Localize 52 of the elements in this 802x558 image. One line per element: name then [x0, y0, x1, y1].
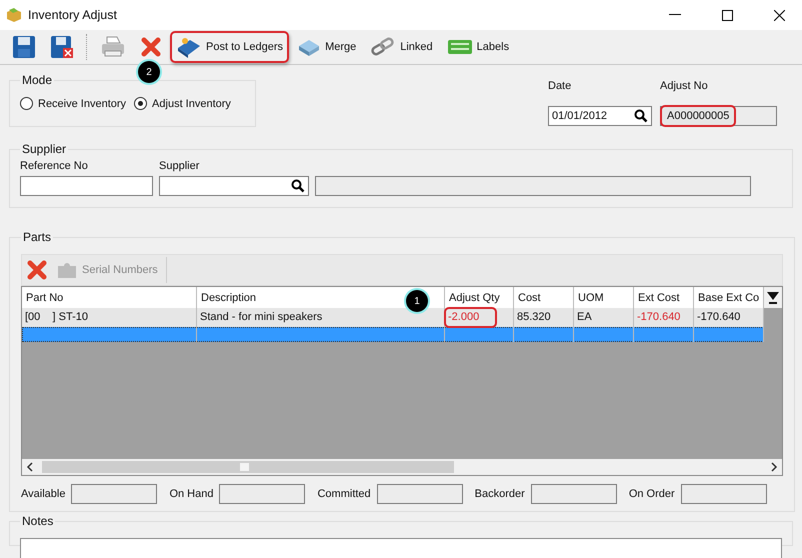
scroll-right-icon[interactable]	[770, 462, 778, 472]
search-icon[interactable]	[634, 109, 648, 123]
table-row[interactable]	[22, 327, 764, 342]
labels-icon	[446, 37, 473, 57]
adjust-no-field: A000000005	[660, 106, 777, 126]
group-title: Supplier	[21, 142, 68, 156]
toolbar-button[interactable]: Merge	[291, 31, 362, 63]
field-label: Date	[548, 80, 572, 92]
callout-badge: 1	[406, 290, 428, 312]
supplier-field[interactable]	[159, 176, 309, 196]
toolbar-button[interactable]: Post to Ledgers	[170, 31, 290, 63]
close-icon[interactable]	[774, 10, 784, 20]
group-title: Mode	[21, 73, 54, 87]
search-icon[interactable]	[291, 179, 305, 193]
field-label: Committed	[317, 488, 371, 500]
callout-badge: 2	[138, 61, 160, 83]
group-title: Notes	[21, 514, 54, 528]
table-cell-text: 85.320	[516, 310, 552, 325]
radio-option[interactable]: Receive Inventory	[20, 97, 126, 110]
delete-icon	[140, 36, 162, 58]
book-icon	[176, 36, 202, 58]
reference-field[interactable]	[20, 176, 153, 196]
table-cell-text: [00 ] ST-10	[24, 310, 89, 325]
chain-link-icon	[370, 36, 396, 58]
field-label: On Hand	[169, 488, 214, 500]
column-chooser-icon[interactable]	[764, 287, 782, 308]
toolbar-button[interactable]: Labels	[440, 31, 516, 63]
maximize-icon[interactable]	[722, 10, 732, 20]
field-label: Reference No	[20, 160, 89, 172]
window-title: Inventory Adjust	[28, 8, 118, 22]
field-label: Supplier	[159, 160, 200, 172]
puzzle-icon	[56, 260, 78, 280]
table-row[interactable]: [00 ] ST-10 Stand - for mini speakers -2.000 85.320 EA -170.640 -170.640	[22, 308, 764, 327]
group-title: Parts	[22, 230, 52, 244]
field-label: Adjust No	[660, 80, 709, 92]
table-cell-text: -170.640	[696, 310, 742, 325]
field-label: Backorder	[474, 488, 525, 500]
table-cell-text: EA	[576, 310, 593, 325]
toolbar-button[interactable]: Linked	[364, 31, 439, 63]
scroll-left-icon[interactable]	[26, 462, 34, 472]
table-cell-text: -170.640	[636, 310, 682, 325]
field-label: Available	[21, 488, 66, 500]
date-field[interactable]: 01/01/2012	[548, 106, 652, 126]
table-cell-text: Stand - for mini speakers	[199, 310, 324, 325]
radio-option[interactable]: Adjust Inventory	[134, 97, 231, 110]
box-icon	[6, 7, 22, 23]
field-label: On Order	[628, 488, 675, 500]
minimize-icon[interactable]	[669, 14, 681, 16]
scrollbar-thumb[interactable]	[42, 461, 454, 473]
printer-icon	[100, 35, 126, 59]
notes-field[interactable]	[20, 538, 782, 558]
delete-icon	[26, 259, 48, 281]
